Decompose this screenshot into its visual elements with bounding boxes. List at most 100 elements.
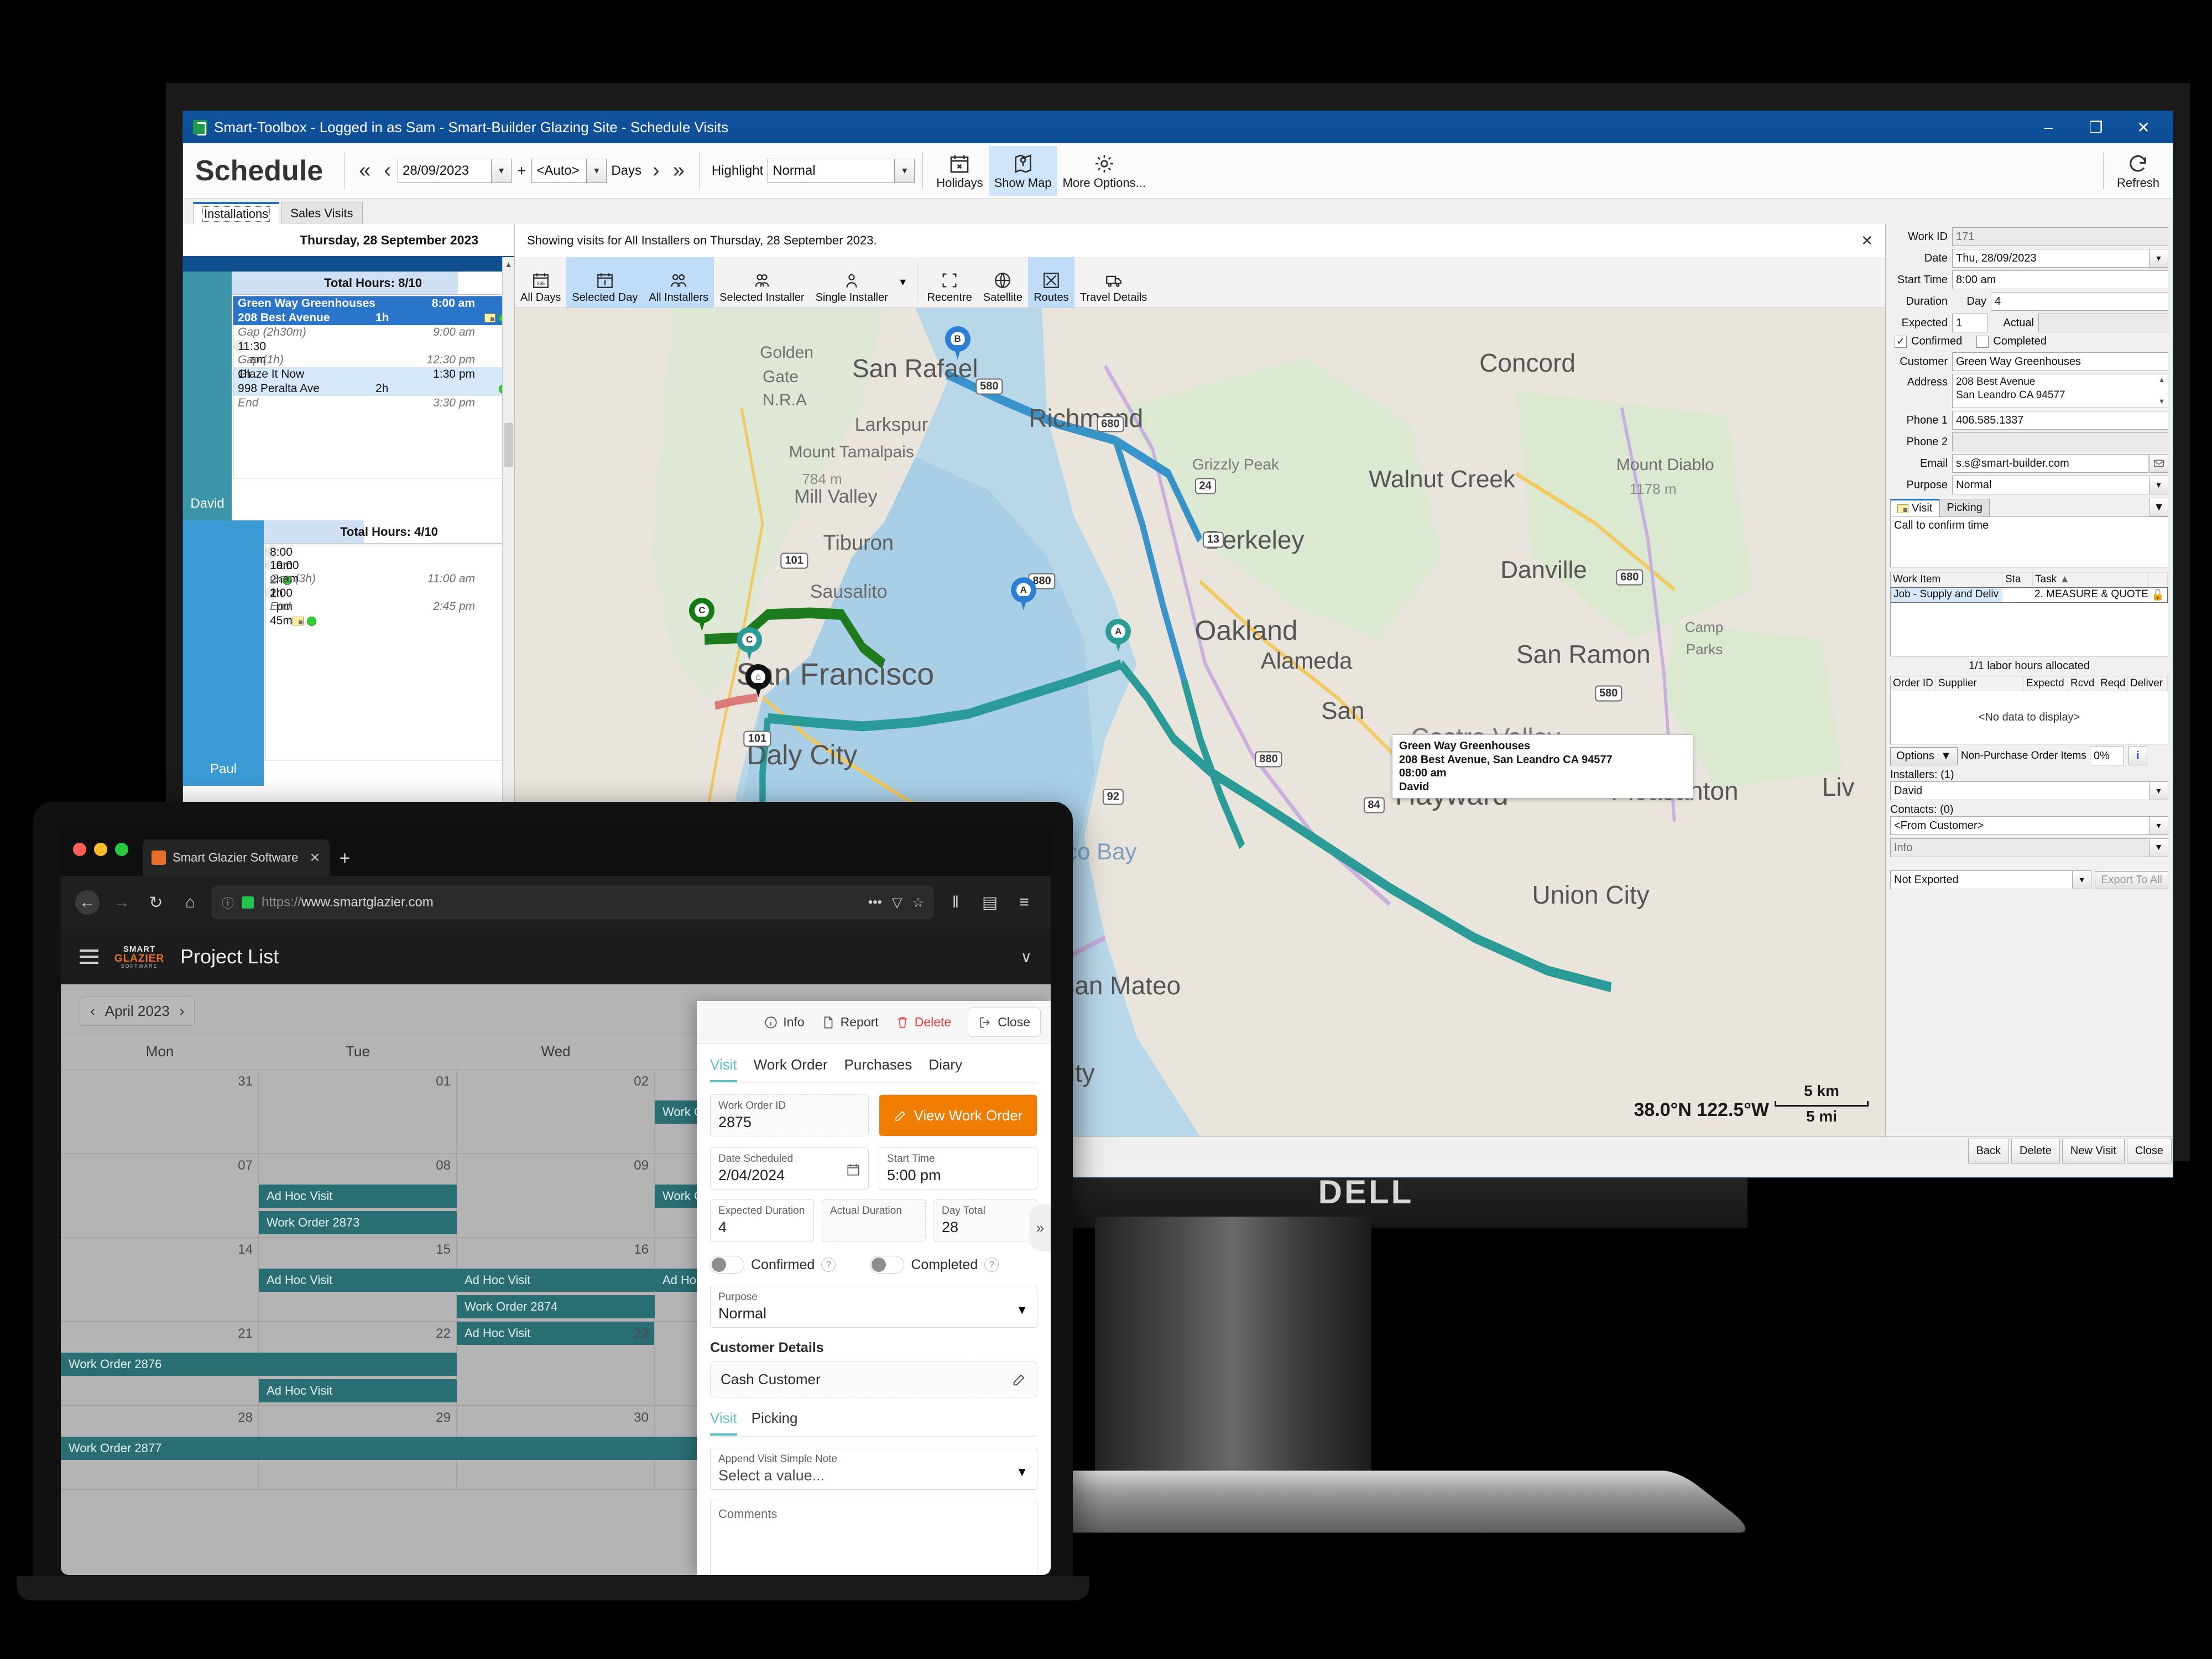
completed-checkbox[interactable] [1976,335,1989,348]
map-tool-routes[interactable]: Routes [1027,257,1074,307]
email-value[interactable]: s.s@smart-builder.com [1952,454,2148,473]
scroll-up-icon[interactable]: ▲ [503,257,514,272]
note-menu-icon[interactable]: ▼ [2150,498,2168,517]
page-actions-icon[interactable]: ••• [868,895,882,911]
modal-subtab-visit[interactable]: Visit [710,1410,737,1436]
col-reqd[interactable]: Reqd [2098,676,2128,691]
col-work-item[interactable]: Work Item [1891,572,2003,587]
map-tool-travel-details[interactable]: Travel Details [1074,257,1153,307]
map-marker-h[interactable]: ⌂ [745,664,771,698]
confirmed-toggle[interactable] [710,1256,744,1274]
delete-button[interactable]: Delete [895,1015,951,1030]
customer-field[interactable]: Cash Customer [710,1361,1037,1397]
export-status-select[interactable]: Not Exported ▾ [1890,870,2092,889]
map-marker-c[interactable]: C [689,598,715,632]
restore-button[interactable]: ❐ [2072,112,2120,143]
purpose-select[interactable]: Normal ▾ [1952,476,2168,494]
view-work-order-button[interactable]: View Work Order [879,1094,1037,1136]
next-page-button[interactable]: › [646,159,666,182]
date-scheduled-field[interactable]: Date Scheduled 2/04/2024 [710,1147,869,1190]
chevron-down-icon[interactable]: ▼ [1016,1303,1028,1317]
map-tool-all-installers[interactable]: All Installers [643,257,714,307]
report-button[interactable]: Report [821,1015,879,1030]
close-icon[interactable]: ✕ [1861,232,1873,249]
start-time-field[interactable]: Start Time 5:00 pm [879,1147,1037,1190]
col-expectd[interactable]: Expectd [2024,676,2068,691]
calendar-event[interactable]: Ad Hoc Visit [259,1379,457,1402]
send-email-icon[interactable] [2150,454,2168,473]
lock-icon[interactable]: 🔓 [2148,588,2167,602]
info-icon[interactable]: i [2128,747,2147,765]
calendar-day-cell[interactable]: 07 [61,1154,259,1237]
minimize-button[interactable]: – [2025,112,2072,143]
confirmed-checkbox[interactable]: ✓ [1895,335,1907,348]
minimize-traffic-light[interactable] [94,843,107,856]
phone1-value[interactable]: 406.585.1337 [1952,411,2168,430]
modal-tab-visit[interactable]: Visit [710,1056,737,1082]
map-marker-a[interactable]: A [1105,618,1131,652]
button-close[interactable]: Close [2126,1139,2172,1164]
prev-page-button[interactable]: ‹ [377,159,398,182]
chevron-down-icon[interactable]: ▾ [2073,870,2092,889]
purpose-field[interactable]: Purpose Normal ▼ [710,1286,1037,1328]
reload-button[interactable]: ↻ [144,890,168,915]
scroll-up-icon[interactable]: ▲ [2158,375,2166,385]
button-back[interactable]: Back [1968,1139,2010,1164]
installer-name[interactable]: Paul [183,520,264,786]
chevron-down-icon[interactable]: ▾ [2150,476,2168,494]
map-marker-a[interactable]: A [1010,577,1036,611]
export-to-all-button[interactable]: Export To All [2095,870,2168,889]
start-time-value[interactable]: 8:00 am [1952,270,2168,289]
expected-duration-field[interactable]: Expected Duration 4 [710,1199,814,1241]
visit-item[interactable]: Glaze It Now 1:30 pm 998 Peralta Ave 2h [233,367,513,396]
date-input[interactable]: 28/09/2023 [397,158,492,183]
show-map-button[interactable]: Show Map [988,145,1057,196]
auto-select[interactable]: <Auto> ▾ [531,158,607,183]
col-deliver[interactable]: Deliver [2128,676,2168,691]
visit-item[interactable]: Green Way Greenhouses 8:00 am 208 Best Ave… [233,296,513,325]
expected-value[interactable]: 1 [1952,314,1987,332]
close-tab-icon[interactable]: ✕ [309,850,320,866]
calendar-event[interactable]: Ad Hoc Visit [259,1269,457,1292]
highlight-value[interactable]: Normal [768,158,895,183]
contacts-select[interactable]: <From Customer> ▾ [1890,816,2168,835]
pocket-icon[interactable]: ▽ [892,895,902,911]
date-picker[interactable]: 28/09/2023 ▾ [397,158,512,183]
date-select[interactable]: Thu, 28/09/2023 ▾ [1952,249,2168,268]
highlight-select[interactable]: Normal ▾ [768,158,915,183]
contacts-value[interactable]: <From Customer> [1890,816,2150,835]
append-note-field[interactable]: Append Visit Simple Note Select a value.… [710,1448,1037,1490]
col-order-id[interactable]: Order ID [1891,676,1936,691]
chevron-down-icon[interactable]: ▼ [2150,838,2168,857]
info-button[interactable]: Info [764,1015,805,1030]
installers-select[interactable]: David ▾ [1890,781,2168,800]
note-tab-visit[interactable]: Visit [1890,499,1940,517]
chevron-down-icon[interactable]: ▾ [895,158,915,183]
refresh-button[interactable]: Refresh [2111,146,2165,196]
calendar-event[interactable]: Work Order 2873 [259,1211,457,1234]
button-new-visit[interactable]: New Visit [2062,1139,2125,1164]
close-modal-button[interactable]: Close [968,1008,1041,1037]
forward-button[interactable]: → [109,890,134,915]
note-textarea[interactable]: Call to confirm time [1890,517,2168,567]
phone2-value[interactable] [1952,432,2168,451]
button-delete[interactable]: Delete [2011,1139,2060,1164]
month-selector[interactable]: ‹ April 2023 › [80,997,195,1026]
scrollbar-thumb[interactable] [504,423,513,467]
note-tab-picking[interactable]: Picking [1939,499,1990,517]
modal-tab-diary[interactable]: Diary [928,1056,962,1082]
map-marker-b[interactable]: B [945,326,971,359]
actual-duration-field[interactable]: Actual Duration [822,1199,926,1241]
map-tool-recentre[interactable]: Recentre [922,257,978,307]
expand-panel-button[interactable]: » [1029,1204,1051,1251]
col-task[interactable]: Task ▲ [2033,572,2149,587]
calendar-event[interactable]: Work Order 2876 [61,1353,457,1376]
library-icon[interactable]: ‖ [943,890,968,915]
bookmark-icon[interactable]: ☆ [912,895,924,911]
visit-item[interactable]: Clearly Glass8:00 am727 Santa Clara Aven… [265,545,293,586]
holidays-button[interactable]: Holidays [931,146,988,196]
map-marker-c[interactable]: C [737,627,763,660]
modal-subtab-picking[interactable]: Picking [752,1410,798,1436]
purpose-value[interactable]: Normal [1952,476,2150,494]
auto-input[interactable]: <Auto> [531,158,587,183]
